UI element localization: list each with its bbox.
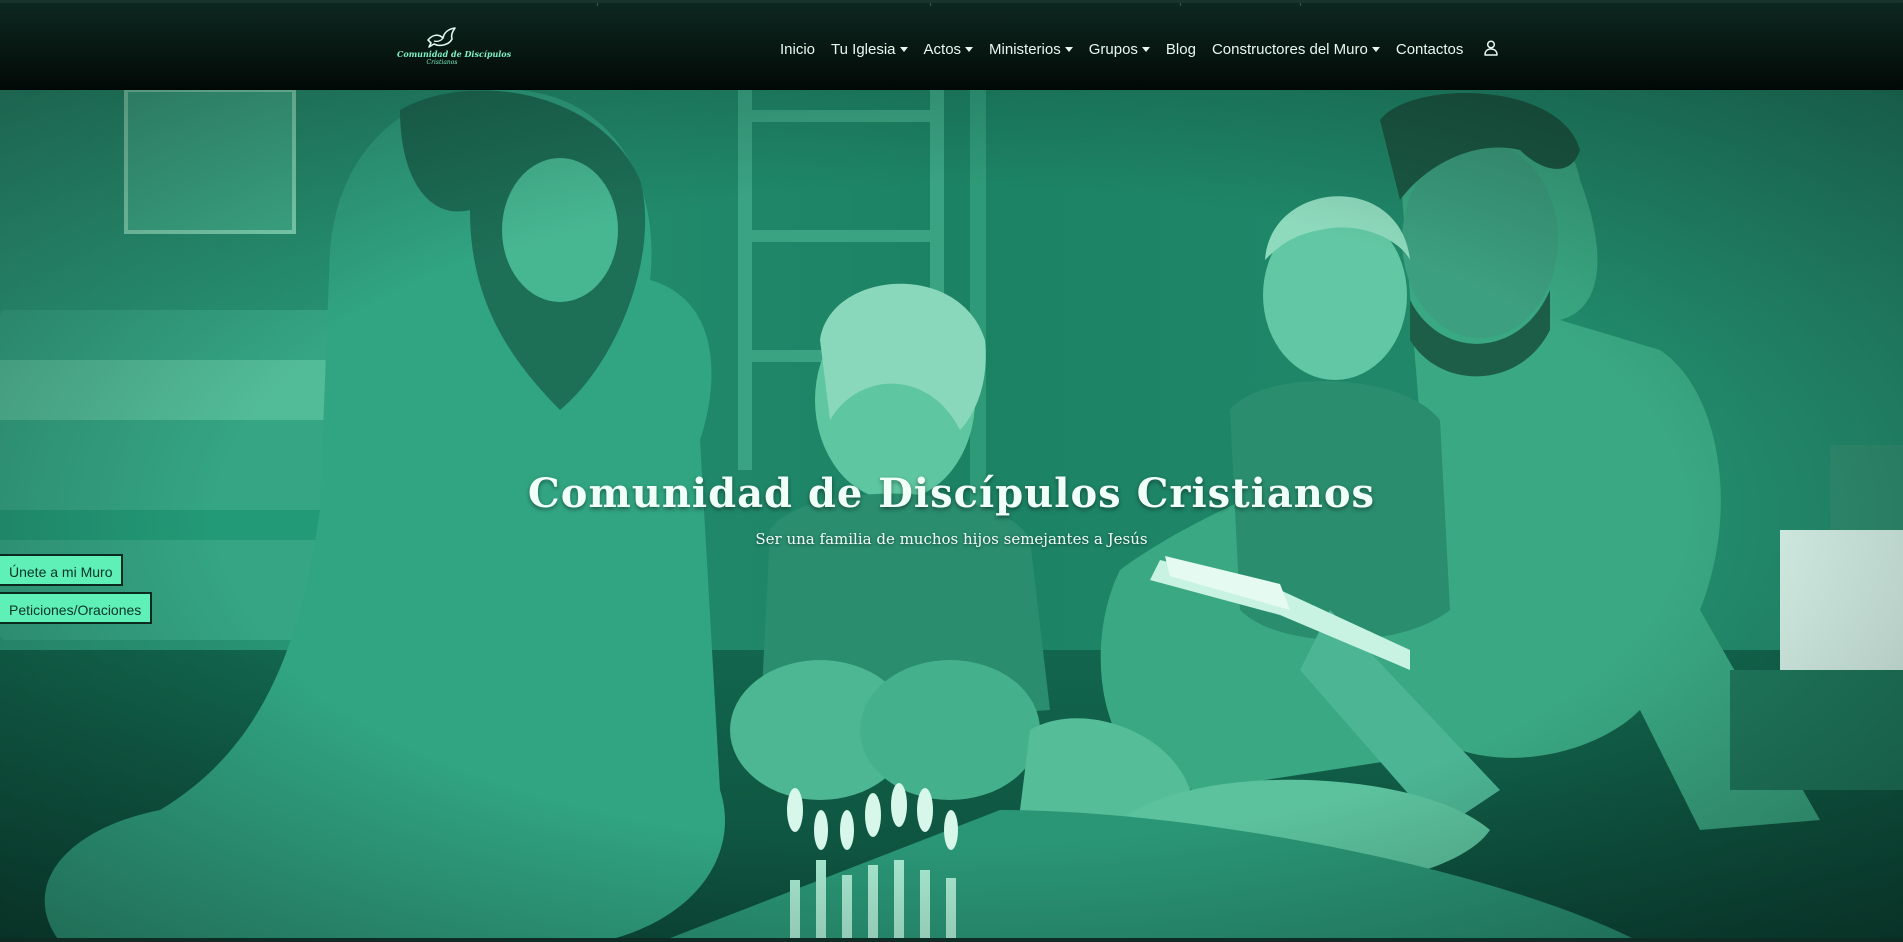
caret-down-icon [1371,47,1380,52]
caret-down-icon [1064,47,1073,52]
nav-item-label: Actos [923,40,962,58]
nav-item-blog[interactable]: Blog [1166,41,1196,58]
brand-logo-link[interactable]: Comunidad de Discípulos Cristianos [397,25,512,73]
brand-name: Comunidad de Discípulos [397,49,512,59]
nav-item-tu-iglesia[interactable]: Tu Iglesia [831,40,908,58]
join-wall-button[interactable]: Únete a mi Muro [0,554,123,586]
main-nav: Inicio Tu Iglesia Actos Ministerios Grup… [780,37,1479,61]
header-divider [930,3,931,6]
prayer-requests-button[interactable]: Peticiones/Oraciones [0,592,152,624]
nav-item-label: Tu Iglesia [831,40,896,58]
header-divider [1180,3,1181,6]
hero-title: Comunidad de Discípulos Cristianos [527,470,1376,517]
header-divider [597,3,598,6]
hero-section: Comunidad de Discípulos Cristianos Ser u… [0,90,1903,942]
nav-item-label: Ministerios [989,40,1061,58]
user-icon[interactable] [1484,40,1498,61]
header-divider [1300,3,1301,6]
caret-down-icon [965,47,974,52]
hero-subtitle: Ser una familia de muchos hijos semejant… [755,530,1148,548]
nav-item-contactos[interactable]: Contactos [1396,41,1464,58]
nav-item-ministerios[interactable]: Ministerios [989,41,1073,58]
nav-item-label: Grupos [1088,40,1138,58]
nav-item-label: Blog [1165,40,1196,58]
page-bottom-edge [0,938,1903,942]
nav-item-inicio[interactable]: Inicio [780,41,815,58]
nav-item-label: Inicio [780,40,816,58]
nav-item-grupos[interactable]: Grupos [1089,41,1150,58]
caret-down-icon [1141,47,1150,52]
site-header: Comunidad de Discípulos Cristianos Inici… [0,0,1903,90]
nav-item-constructores[interactable]: Constructores del Muro [1212,41,1380,58]
brand-subtitle: Cristianos [426,59,458,66]
dove-icon [427,27,456,48]
nav-item-label: Constructores del Muro [1211,40,1368,58]
nav-item-label: Contactos [1395,40,1464,58]
caret-down-icon [899,47,908,52]
nav-item-actos[interactable]: Actos [924,41,974,58]
